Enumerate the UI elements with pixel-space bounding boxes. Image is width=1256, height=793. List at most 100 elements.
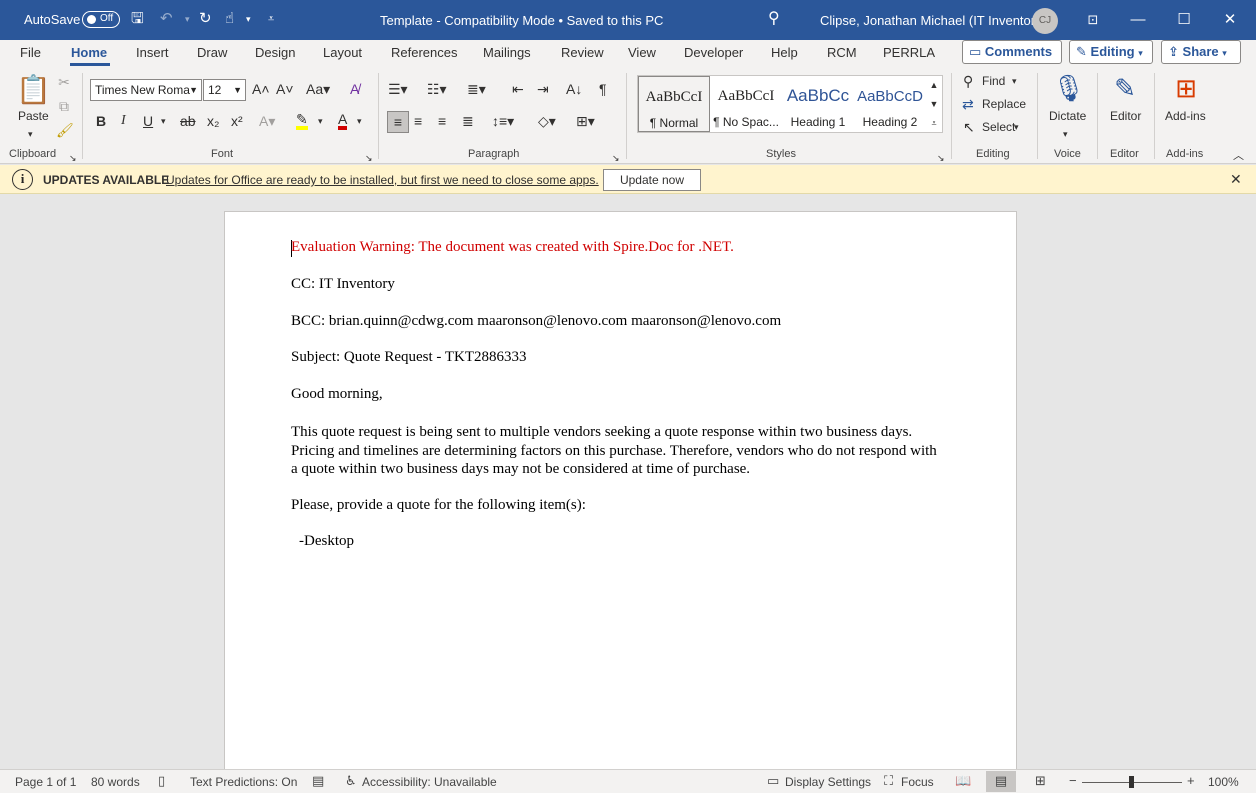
chevron-down-icon[interactable]: ▾ — [1012, 72, 1017, 90]
styles-more-icon[interactable]: ⩡ — [926, 114, 942, 132]
close-icon[interactable]: ✕ — [1230, 171, 1242, 188]
comments-button[interactable]: ▭ Comments — [962, 40, 1062, 64]
document-canvas[interactable]: Evaluation Warning: The document was cre… — [0, 194, 1256, 771]
macro-icon[interactable]: ▤ — [312, 773, 324, 789]
request-line[interactable]: Please, provide a quote for the followin… — [291, 497, 586, 514]
undo-dropdown-icon[interactable]: ▾ — [185, 9, 190, 29]
tab-file[interactable]: File — [20, 45, 41, 60]
replace-label[interactable]: Replace — [982, 97, 1026, 111]
ribbon-display-options-icon[interactable]: ⊡ — [1081, 8, 1105, 32]
font-family-select[interactable]: Times New Roma ▼ — [90, 79, 202, 101]
line-spacing-icon[interactable]: ↕≡▾ — [492, 112, 514, 130]
display-settings[interactable]: Display Settings — [785, 775, 871, 789]
paste-label[interactable]: Paste — [18, 109, 49, 123]
align-right-icon[interactable]: ≡ — [438, 112, 446, 130]
addins-icon[interactable]: ⊞ — [1171, 72, 1201, 104]
change-case-icon[interactable]: Aa▾ — [306, 80, 330, 98]
web-layout-icon[interactable]: ⊞ — [1035, 773, 1046, 789]
word-count[interactable]: 80 words — [91, 775, 140, 789]
tab-help[interactable]: Help — [771, 45, 798, 60]
item-line[interactable]: -Desktop — [299, 533, 354, 550]
superscript-icon[interactable]: x² — [231, 112, 243, 130]
shading-icon[interactable]: ◇▾ — [538, 112, 556, 130]
microphone-icon[interactable]: 🎙 — [1052, 72, 1085, 104]
evaluation-warning[interactable]: Evaluation Warning: The document was cre… — [291, 239, 734, 256]
cc-line[interactable]: CC: IT Inventory — [291, 276, 395, 293]
focus-mode[interactable]: Focus — [901, 775, 934, 789]
tab-insert[interactable]: Insert — [136, 45, 169, 60]
highlight-dropdown-icon[interactable]: ▾ — [318, 112, 323, 130]
print-layout-icon[interactable]: ▤ — [986, 771, 1016, 792]
font-size-select[interactable]: 12 ▼ — [203, 79, 246, 101]
paste-dropdown-icon[interactable]: ▾ — [28, 125, 33, 143]
touch-dropdown-icon[interactable]: ▾ — [246, 9, 251, 29]
dictate-label[interactable]: Dictate — [1049, 109, 1086, 123]
search-icon[interactable]: ⚲ — [768, 9, 780, 29]
font-color-icon[interactable]: A — [338, 112, 348, 130]
document-title[interactable]: Template - Compatibility Mode • Saved to… — [380, 13, 663, 28]
tab-view[interactable]: View — [628, 45, 656, 60]
touch-mode-icon[interactable]: ☝ — [225, 9, 234, 29]
select-label[interactable]: Select — [982, 120, 1015, 134]
accessibility-status[interactable]: Accessibility: Unavailable — [362, 775, 497, 789]
user-name[interactable]: Clipse, Jonathan Michael (IT Inventory) — [820, 13, 1046, 28]
styles-scroll-up-icon[interactable]: ▲ — [926, 76, 942, 94]
subscript-icon[interactable]: x₂ — [207, 112, 219, 130]
read-mode-icon[interactable]: 📖 — [955, 773, 971, 789]
update-now-button[interactable]: Update now — [603, 169, 701, 191]
subject-line[interactable]: Subject: Quote Request - TKT2886333 — [291, 349, 527, 366]
justify-icon[interactable]: ≣ — [462, 112, 474, 130]
show-formatting-marks-icon[interactable]: ¶ — [599, 80, 607, 98]
copy-icon[interactable]: ⧉ — [56, 97, 72, 115]
italic-icon[interactable]: I — [121, 112, 126, 130]
numbering-icon[interactable]: ☷▾ — [427, 80, 447, 98]
increase-indent-icon[interactable]: ⇥ — [537, 80, 549, 98]
greeting-line[interactable]: Good morning, — [291, 386, 383, 403]
underline-dropdown-icon[interactable]: ▾ — [161, 112, 166, 130]
editor-icon[interactable]: ✎ — [1110, 72, 1140, 104]
addins-label[interactable]: Add-ins — [1165, 109, 1206, 123]
replace-icon[interactable]: ⇄ — [962, 95, 974, 113]
page-count[interactable]: Page 1 of 1 — [15, 775, 76, 789]
style-normal[interactable]: AaBbCcI ¶ Normal — [638, 76, 710, 132]
underline-icon[interactable]: U — [143, 112, 153, 130]
multilevel-list-icon[interactable]: ≣▾ — [467, 80, 486, 98]
zoom-out-icon[interactable]: − — [1069, 773, 1077, 788]
style-no-spacing[interactable]: AaBbCcI ¶ No Spac... — [710, 76, 782, 132]
tab-home[interactable]: Home — [71, 45, 107, 60]
dictate-dropdown-icon[interactable]: ▾ — [1063, 125, 1068, 143]
text-effects-icon[interactable]: A▾ — [259, 112, 275, 130]
bold-icon[interactable]: B — [96, 112, 106, 130]
highlight-icon[interactable]: ✎ — [296, 112, 308, 130]
save-icon[interactable]: 🖫 — [131, 9, 144, 29]
tab-layout[interactable]: Layout — [323, 45, 362, 60]
tab-mailings[interactable]: Mailings — [483, 45, 531, 60]
align-left-icon[interactable]: ≡ — [387, 111, 409, 133]
shrink-font-icon[interactable]: A˅ — [276, 80, 294, 98]
style-heading-2[interactable]: AaBbCcD Heading 2 — [854, 76, 926, 132]
bcc-line[interactable]: BCC: brian.quinn@cdwg.com maaronson@leno… — [291, 313, 781, 330]
tab-draw[interactable]: Draw — [197, 45, 227, 60]
zoom-slider-thumb[interactable] — [1129, 776, 1134, 788]
undo-icon[interactable]: ↶ — [160, 9, 173, 29]
body-paragraph[interactable]: This quote request is being sent to mult… — [291, 423, 941, 479]
collapse-ribbon-icon[interactable]: ︿ — [1233, 147, 1244, 165]
document-page[interactable]: Evaluation Warning: The document was cre… — [224, 211, 1017, 771]
sort-icon[interactable]: A↓ — [566, 80, 582, 98]
strikethrough-icon[interactable]: ab — [180, 112, 196, 130]
zoom-level[interactable]: 100% — [1208, 775, 1239, 789]
grow-font-icon[interactable]: A˄ — [252, 80, 270, 98]
format-painter-icon[interactable]: 🖌 — [56, 121, 74, 139]
tab-developer[interactable]: Developer — [684, 45, 743, 60]
paste-icon[interactable]: 📋 — [16, 73, 51, 107]
autosave-toggle[interactable]: Off — [82, 11, 120, 28]
infobar-message-link[interactable]: Updates for Office are ready to be insta… — [166, 173, 599, 187]
share-button[interactable]: ⇪ Share ▾ — [1161, 40, 1241, 64]
bullets-icon[interactable]: ☰▾ — [388, 80, 408, 98]
maximize-icon[interactable]: ☐ — [1172, 8, 1196, 32]
proofing-icon[interactable]: ▯ — [158, 773, 165, 789]
style-heading-1[interactable]: AaBbCc Heading 1 — [782, 76, 854, 132]
chevron-down-icon[interactable]: ▾ — [1014, 118, 1019, 136]
avatar[interactable]: CJ — [1032, 8, 1058, 34]
find-icon[interactable]: ⚲ — [963, 72, 973, 90]
